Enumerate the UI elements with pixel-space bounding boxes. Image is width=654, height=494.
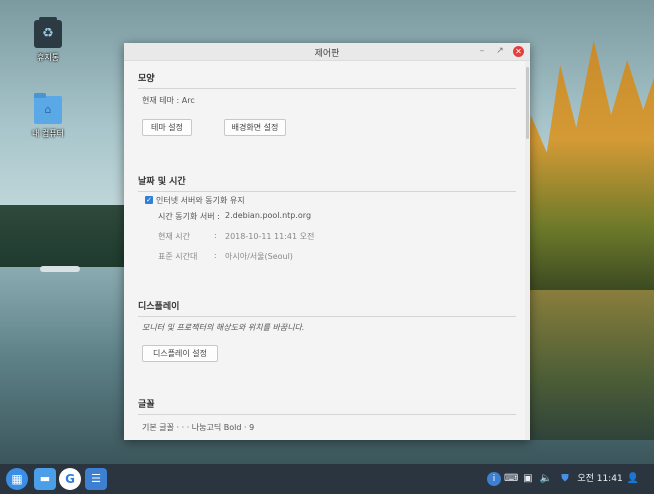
section-appearance: 모양 (138, 71, 516, 89)
time-server-label: 시간 동기화 서버 : (158, 212, 220, 221)
scrollbar-thumb[interactable] (526, 67, 529, 139)
window-title: 제어판 (314, 49, 340, 59)
desktop-icon-computer[interactable]: ⌂ 내 컴퓨터 (26, 93, 70, 139)
keyboard-icon[interactable]: ⌨ (504, 471, 518, 487)
volume-icon[interactable]: 🔈 (539, 471, 553, 487)
section-font: 글꼴 (138, 397, 516, 415)
minimize-button[interactable]: – (476, 46, 488, 57)
section-title: 글꼴 (138, 397, 516, 415)
wallpaper-settings-button[interactable]: 배경화면 설정 (224, 119, 286, 136)
current-theme-value: Arc (181, 96, 195, 105)
files-app-button[interactable]: ▬ (34, 468, 56, 490)
launcher-button[interactable]: ▦ (6, 468, 28, 490)
vertical-scrollbar[interactable] (525, 61, 530, 440)
section-title: 디스플레이 (138, 299, 516, 317)
wallpaper-reflection (520, 290, 654, 440)
wallpaper-boat (40, 266, 80, 272)
maximize-button[interactable]: ↗ (494, 46, 506, 57)
user-icon[interactable]: 👤 (626, 471, 640, 487)
current-theme-label: 현재 테마 : (142, 96, 180, 105)
current-time-value: 2018-10-11 11:41 오전 (225, 232, 315, 241)
section-datetime: 날짜 및 시간 (138, 174, 516, 192)
control-panel-app-button[interactable]: ☰ (85, 468, 107, 490)
desktop-icon-label: 내 컴퓨터 (32, 129, 64, 138)
colon-separator: : (214, 251, 217, 260)
display-settings-button[interactable]: 디스플레이 설정 (142, 345, 218, 362)
timezone-label: 표준 시간대 (158, 252, 198, 261)
screen-icon[interactable]: ▣ (521, 471, 535, 487)
close-button[interactable]: ✕ (513, 46, 524, 57)
display-description: 모니터 및 프로젝터의 해상도와 위치를 바꿉니다. (142, 323, 305, 332)
font-partial-row: 기본 글꼴 · · · 나눔고딕 Bold · 9 (142, 423, 255, 432)
browser-app-button[interactable]: G (59, 468, 81, 490)
sync-checkbox[interactable]: ✓ (145, 196, 153, 204)
section-title: 모양 (138, 71, 516, 89)
section-title: 날짜 및 시간 (138, 174, 516, 192)
section-display: 디스플레이 (138, 299, 516, 317)
time-server-value: 2.debian.pool.ntp.org (225, 211, 312, 220)
clock[interactable]: 오전 11:41 (576, 471, 624, 487)
colon-separator: : (214, 231, 217, 240)
taskbar: ▦ ▬ G ☰ i ⌨ ▣ 🔈 ⛊ 오전 11:41 👤 (0, 464, 654, 494)
current-time-label: 현재 시간 (158, 232, 190, 241)
folder-icon: ⌂ (34, 93, 62, 124)
info-icon[interactable]: i (487, 472, 501, 486)
window-content: 모양 현재 테마 : Arc 테마 설정 배경화면 설정 날짜 및 시간 ✓ 인… (124, 61, 524, 440)
control-panel-window: 제어판 – ↗ ✕ 모양 현재 테마 : Arc 테마 설정 배경화면 설정 날… (124, 43, 530, 440)
current-theme-row: 현재 테마 : Arc (142, 95, 195, 106)
sync-checkbox-label: 인터넷 서버와 동기화 유지 (156, 196, 245, 205)
theme-settings-button[interactable]: 테마 설정 (142, 119, 192, 136)
desktop-icon-trash[interactable]: ♻ 휴지통 (26, 17, 70, 63)
shield-icon[interactable]: ⛊ (558, 471, 572, 487)
window-titlebar[interactable]: 제어판 – ↗ ✕ (124, 43, 530, 61)
desktop-icon-label: 휴지통 (36, 53, 60, 62)
timezone-value: 아시아/서울(Seoul) (225, 252, 293, 261)
trash-icon: ♻ (34, 17, 62, 48)
